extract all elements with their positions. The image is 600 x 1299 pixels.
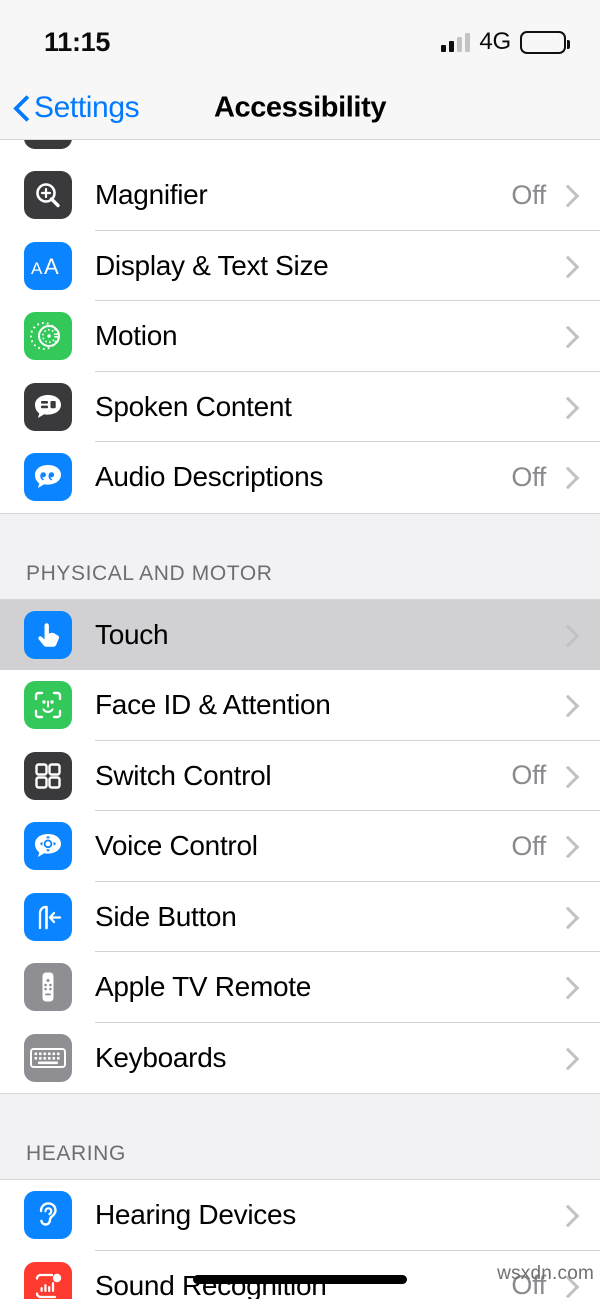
list-item-label: Motion	[95, 320, 178, 352]
list-item-spoken-content[interactable]: Spoken Content	[0, 371, 600, 442]
section-header-label: HEARING	[26, 1142, 126, 1165]
list-item-motion[interactable]: Motion	[0, 301, 600, 372]
side-button-icon	[24, 892, 72, 941]
sound-recognition-icon	[24, 1261, 72, 1299]
chevron-right-icon	[560, 834, 574, 858]
chevron-right-icon	[560, 1203, 574, 1227]
display-text-size-icon: A A	[24, 241, 72, 290]
list-item-display-text-size[interactable]: A A Display & Text Size	[0, 230, 600, 301]
list-item-label: Voice Control	[95, 830, 258, 862]
chevron-right-icon	[560, 693, 574, 717]
list-item-label: Apple TV Remote	[95, 971, 311, 1003]
list-item-apple-tv-remote[interactable]: Apple TV Remote	[0, 952, 600, 1023]
face-id-icon	[24, 681, 72, 730]
list-item-face-id-attention[interactable]: Face ID & Attention	[0, 670, 600, 741]
navigation-bar: Settings Accessibility	[0, 76, 600, 140]
chevron-right-icon	[560, 975, 574, 999]
svg-text:A: A	[44, 254, 59, 279]
page-title: Accessibility	[213, 91, 387, 123]
section-header-label: PHYSICAL AND MOTOR	[26, 561, 273, 585]
list-item-label: Touch	[95, 618, 169, 650]
chevron-right-icon	[560, 905, 574, 929]
list-item-keyboards[interactable]: Keyboards	[0, 1022, 600, 1093]
switch-control-icon	[24, 751, 72, 800]
status-bar-time: 11:15	[44, 26, 111, 57]
svg-text:A: A	[31, 259, 43, 278]
section-header-physical-and-motor: PHYSICAL AND MOTOR	[0, 512, 600, 600]
touch-icon	[24, 610, 72, 659]
list-item-label: Spoken Content	[95, 390, 292, 422]
list-item-accessory	[546, 693, 600, 717]
iphone-screen: 11:15 4G Settings Accessibility Magnifie…	[0, 0, 600, 1299]
list-item-label: Hearing Devices	[95, 1199, 296, 1231]
list-item-accessory	[546, 395, 600, 419]
list-item-accessory	[546, 905, 600, 929]
list-item-label: Switch Control	[95, 759, 272, 791]
watermark-label: wsxdn.com	[497, 1263, 594, 1284]
list-item-accessory	[546, 1203, 600, 1227]
list-item-accessory: Off	[511, 180, 600, 211]
list-item-value: Off	[511, 179, 546, 210]
section-physical-and-motor: Touch Face ID & Attention Switch Control…	[0, 599, 600, 1093]
list-item-label: Face ID & Attention	[95, 689, 331, 721]
list-item-accessory: Off	[511, 831, 600, 862]
list-item-value: Off	[511, 461, 546, 492]
chevron-right-icon	[560, 465, 574, 489]
battery-icon	[520, 30, 570, 54]
list-item-accessory	[546, 324, 600, 348]
chevron-right-icon	[560, 395, 574, 419]
list-item-voice-control[interactable]: Voice Control Off	[0, 811, 600, 882]
list-item-accessory	[546, 254, 600, 278]
apple-tv-remote-icon	[24, 963, 72, 1012]
chevron-right-icon	[560, 324, 574, 348]
list-item-label: Side Button	[95, 900, 237, 932]
list-item-audio-descriptions[interactable]: Audio Descriptions Off	[0, 442, 600, 513]
list-item-accessory	[546, 623, 600, 647]
chevron-right-icon	[560, 623, 574, 647]
status-bar: 11:15 4G	[0, 0, 600, 76]
list-item-hearing-devices[interactable]: Hearing Devices	[0, 1180, 600, 1251]
chevron-right-icon	[560, 764, 574, 788]
list-item-value: Off	[511, 760, 546, 791]
list-item-label: Magnifier	[95, 179, 208, 211]
network-type-label: 4G	[479, 28, 511, 55]
list-item[interactable]	[0, 140, 600, 160]
partial-row-top	[0, 140, 600, 160]
list-item-label: Display & Text Size	[95, 249, 329, 281]
list-item-label: Keyboards	[95, 1041, 227, 1073]
voice-control-icon	[24, 822, 72, 871]
list-item-label: Audio Descriptions	[95, 461, 324, 493]
partial-icon	[24, 140, 72, 149]
chevron-right-icon	[560, 254, 574, 278]
hearing-devices-icon	[24, 1191, 72, 1240]
chevron-right-icon	[560, 1046, 574, 1070]
list-item-touch[interactable]: Touch	[0, 599, 600, 670]
list-item-side-button[interactable]: Side Button	[0, 881, 600, 952]
status-bar-indicators: 4G	[441, 28, 570, 56]
section-header-hearing: HEARING	[0, 1093, 600, 1180]
cellular-signal-icon	[441, 32, 471, 52]
list-item-accessory: Off	[511, 760, 600, 791]
magnifier-icon	[24, 171, 72, 220]
chevron-right-icon	[560, 183, 574, 207]
motion-icon	[24, 312, 72, 361]
list-item-magnifier[interactable]: Magnifier Off	[0, 160, 600, 231]
section-general: Magnifier Off A A Display & Text Size Mo…	[0, 160, 600, 513]
list-item-value: Off	[511, 830, 546, 861]
list-item-accessory: Off	[511, 462, 600, 493]
list-item-switch-control[interactable]: Switch Control Off	[0, 740, 600, 811]
home-indicator[interactable]	[193, 1275, 407, 1284]
audio-descriptions-icon	[24, 453, 72, 502]
keyboards-icon	[24, 1033, 72, 1082]
spoken-content-icon	[24, 382, 72, 431]
list-item-accessory	[546, 975, 600, 999]
list-item-accessory	[546, 1046, 600, 1070]
